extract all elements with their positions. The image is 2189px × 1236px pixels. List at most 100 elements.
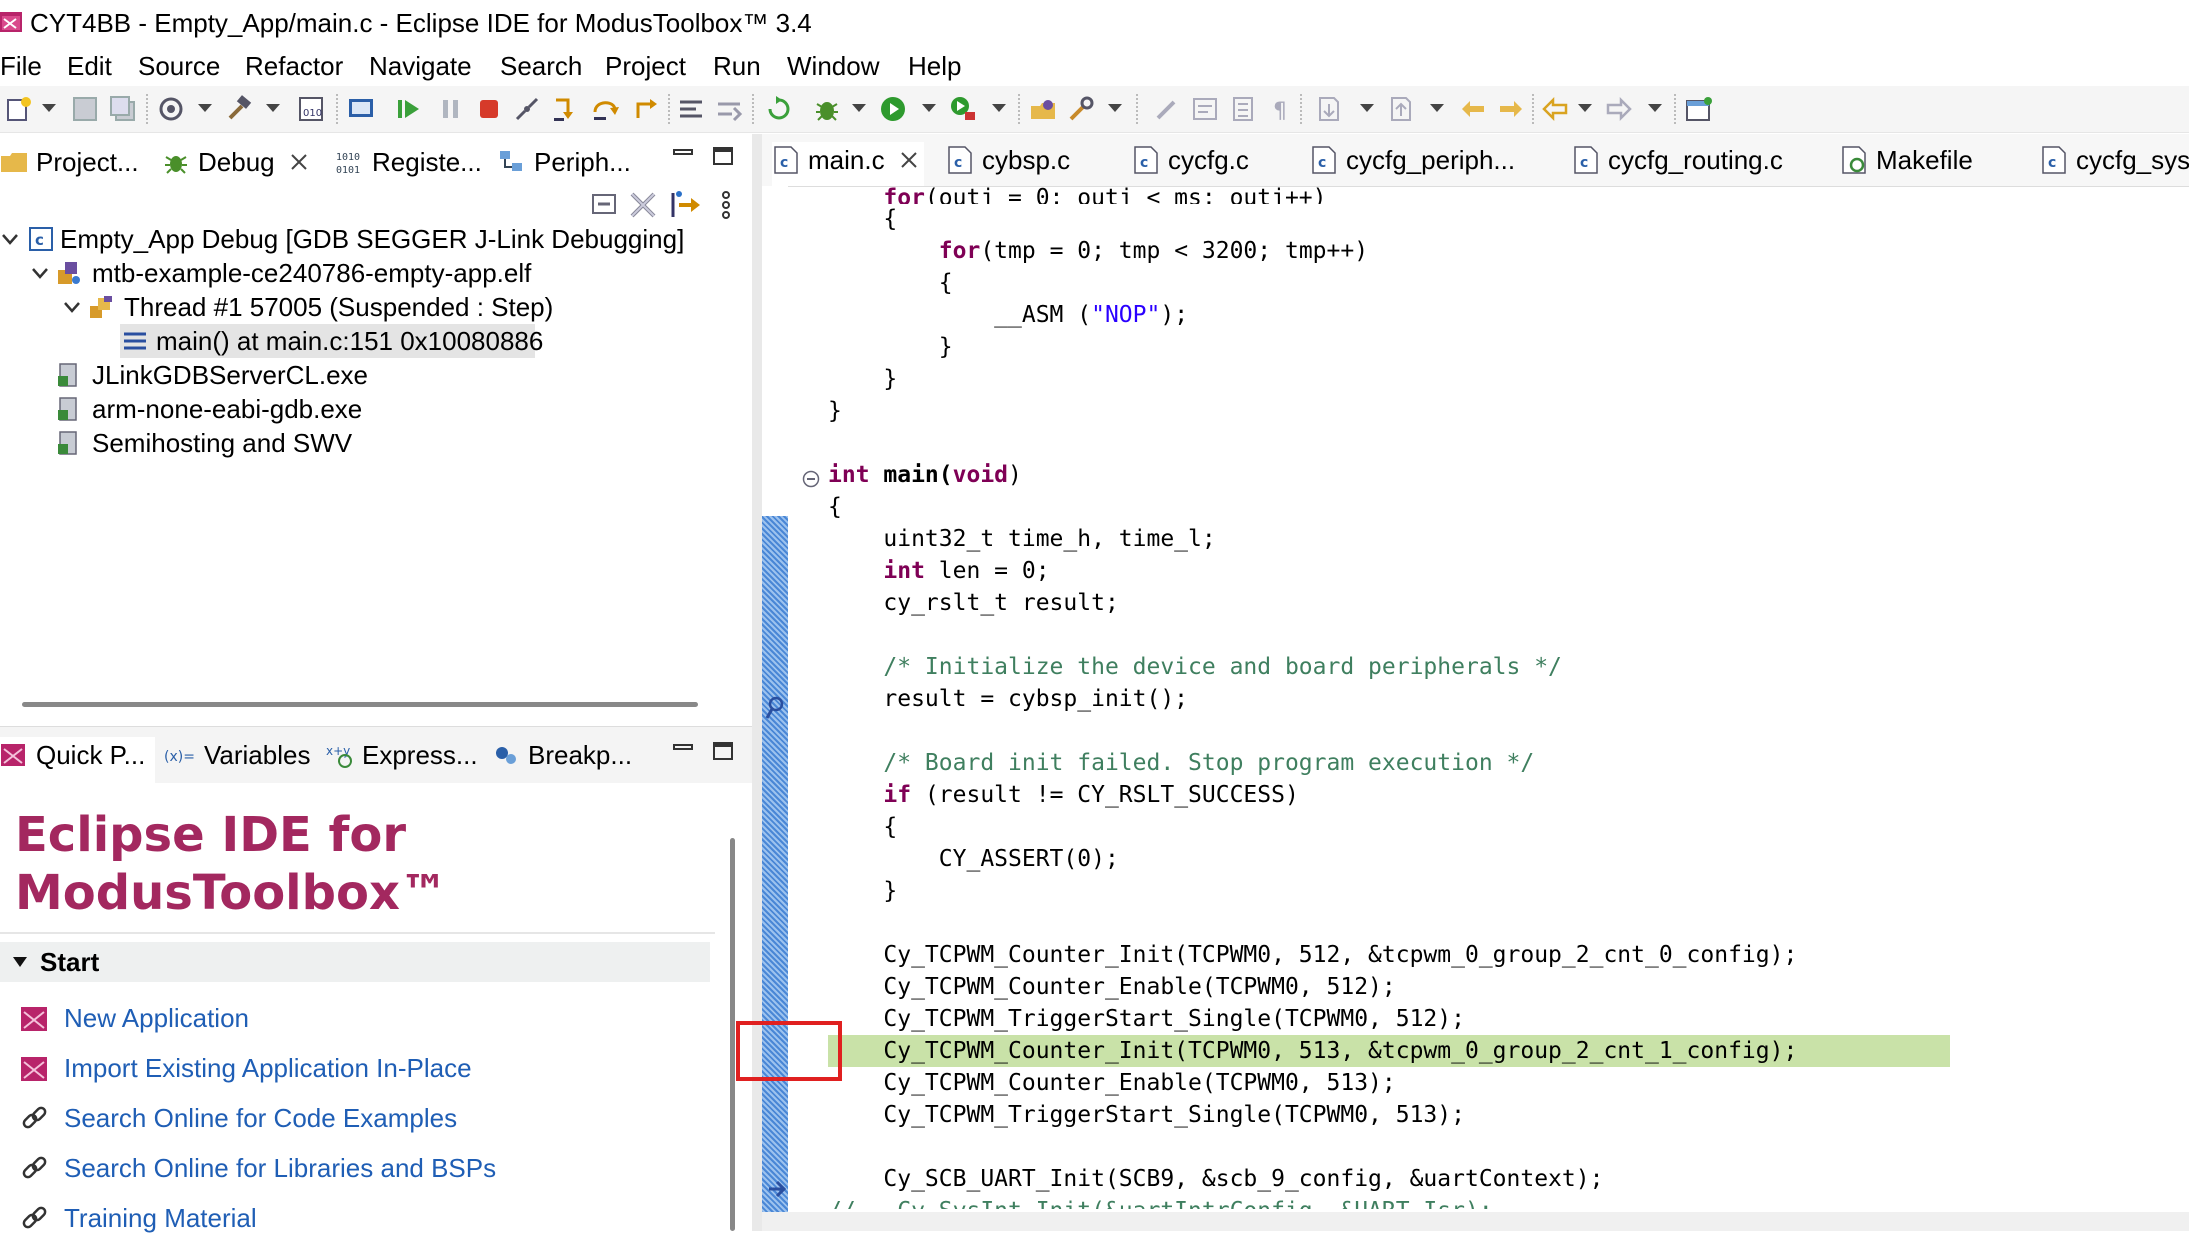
external-tools-dropdown-icon[interactable] [992,104,1006,112]
new-icon[interactable] [4,94,34,124]
menu-search[interactable]: Search [500,50,582,82]
tab-main-c[interactable]: c main.c [772,142,924,186]
instruction-stepping-icon[interactable] [676,94,706,124]
menu-help[interactable]: Help [908,50,961,82]
build-dropdown-icon[interactable] [266,104,280,112]
expressions-icon: x+y [326,744,352,768]
drop-to-frame-icon[interactable] [714,94,744,124]
view-menu-icon[interactable] [718,190,734,220]
editor-horizontal-scrollbar[interactable] [762,1212,2189,1231]
c-file-icon: c [1312,146,1336,174]
maximize-icon[interactable] [712,146,734,166]
svg-text:c: c [780,155,788,171]
previous-annotation-icon[interactable] [1386,94,1416,124]
step-into-icon[interactable] [550,94,580,124]
tree-item-launch[interactable]: c Empty_App Debug [GDB SEGGER J-Link Deb… [0,222,752,256]
terminate-icon[interactable] [474,94,504,124]
code-line: result = cybsp_init(); [883,686,1189,712]
quick-view-tabs: Quick P... (x)= Variables x+y Express...… [0,726,752,783]
next-annotation-icon[interactable] [1314,94,1344,124]
step-over-icon[interactable] [590,94,620,124]
code-line: int len = 0; [883,558,1050,584]
menu-refactor[interactable]: Refactor [245,50,343,82]
link-label: Import Existing Application In-Place [64,1053,472,1083]
chevron-down-icon[interactable] [62,297,82,317]
tree-item-process[interactable]: Semihosting and SWV [56,426,746,460]
debug-icon[interactable] [812,94,842,124]
link-label: Search Online for Code Examples [64,1103,458,1133]
search-dropdown-icon[interactable] [1108,104,1122,112]
external-tools-icon[interactable] [948,94,978,124]
debug-dropdown-icon[interactable] [852,104,866,112]
tree-item-process[interactable]: arm-none-eabi-gdb.exe [56,392,746,426]
binary-icon[interactable]: 010 [296,94,326,124]
previous-annotation-dropdown-icon[interactable] [1430,104,1444,112]
restart-icon[interactable] [764,94,794,124]
close-icon[interactable] [900,151,918,169]
menu-navigate[interactable]: Navigate [369,50,472,82]
horizontal-scrollbar[interactable] [22,702,698,707]
back-dropdown-icon[interactable] [1578,104,1592,112]
chevron-down-icon[interactable] [0,229,20,249]
open-type-icon[interactable] [1028,94,1058,124]
annotation-highlight-box [736,1021,842,1081]
close-icon[interactable] [290,153,308,171]
vertical-scrollbar[interactable] [730,838,735,1231]
toggle-mark-icon[interactable] [1152,94,1182,124]
run-icon[interactable] [878,94,908,124]
tab-label: Debug [198,147,275,177]
terminal-icon[interactable] [346,94,376,124]
menu-source[interactable]: Source [138,50,220,82]
build-settings-dropdown-icon[interactable] [198,104,212,112]
menu-edit[interactable]: Edit [67,50,112,82]
save-icon[interactable] [70,94,100,124]
build-hammer-icon[interactable] [224,94,254,124]
save-all-icon[interactable] [108,94,138,124]
minimize-icon[interactable] [672,146,694,166]
menu-project[interactable]: Project [605,50,686,82]
tree-item-elf[interactable]: mtb-example-ce240786-empty-app.elf [30,256,750,290]
chevron-down-icon[interactable] [30,263,50,283]
tree-item-label: Semihosting and SWV [92,428,353,458]
svg-text:c: c [954,155,962,171]
open-perspective-icon[interactable] [1684,94,1714,124]
c-file-icon: c [1134,146,1158,174]
variables-icon: (x)= [164,749,195,765]
menu-run[interactable]: Run [713,50,761,82]
code-line: CY_ASSERT(0); [938,846,1119,872]
resume-icon[interactable] [394,94,424,124]
suspend-icon[interactable] [436,94,466,124]
minimize-icon[interactable] [672,741,694,761]
maximize-icon[interactable] [712,741,734,761]
collapse-all-icon[interactable] [590,190,618,218]
next-annotation-dropdown-icon[interactable] [1360,104,1374,112]
toggle-breadcrumb-icon[interactable] [1190,94,1220,124]
show-whitespace-icon[interactable]: ¶ [1266,94,1296,124]
tree-item-process[interactable]: JLinkGDBServerCL.exe [56,358,746,392]
run-dropdown-icon[interactable] [922,104,936,112]
disconnect-icon[interactable] [512,94,542,124]
forward-icon[interactable] [1604,94,1634,124]
menu-window[interactable]: Window [787,50,879,82]
tab-quick-panel[interactable]: Quick P... [0,737,155,783]
search-tools-icon[interactable] [1066,94,1096,124]
step-filters-icon[interactable] [670,190,702,220]
remove-terminated-icon[interactable] [628,190,658,220]
step-return-icon[interactable] [630,94,660,124]
build-settings-icon[interactable] [156,94,186,124]
section-start-header[interactable]: Start [0,942,710,982]
back-icon[interactable] [1540,94,1570,124]
svg-text:010: 010 [303,108,322,119]
forward-edit-location-icon[interactable] [1496,94,1526,124]
last-edit-location-icon[interactable] [1458,94,1488,124]
quick-panel-title: Eclipse IDE for ModusToolbox™ [15,806,448,922]
forward-dropdown-icon[interactable] [1648,104,1662,112]
fold-collapse-icon[interactable] [802,470,820,488]
quick-panel-title-line: Eclipse IDE for [15,807,407,863]
menu-file[interactable]: File [0,50,42,82]
svg-text:c: c [1580,155,1588,171]
new-dropdown-icon[interactable] [42,104,56,112]
toggle-block-selection-icon[interactable] [1228,94,1258,124]
tree-item-thread[interactable]: Thread #1 57005 (Suspended : Step) [62,290,752,324]
tree-item-stack-frame[interactable]: main() at main.c:151 0x10080886 [120,324,543,358]
